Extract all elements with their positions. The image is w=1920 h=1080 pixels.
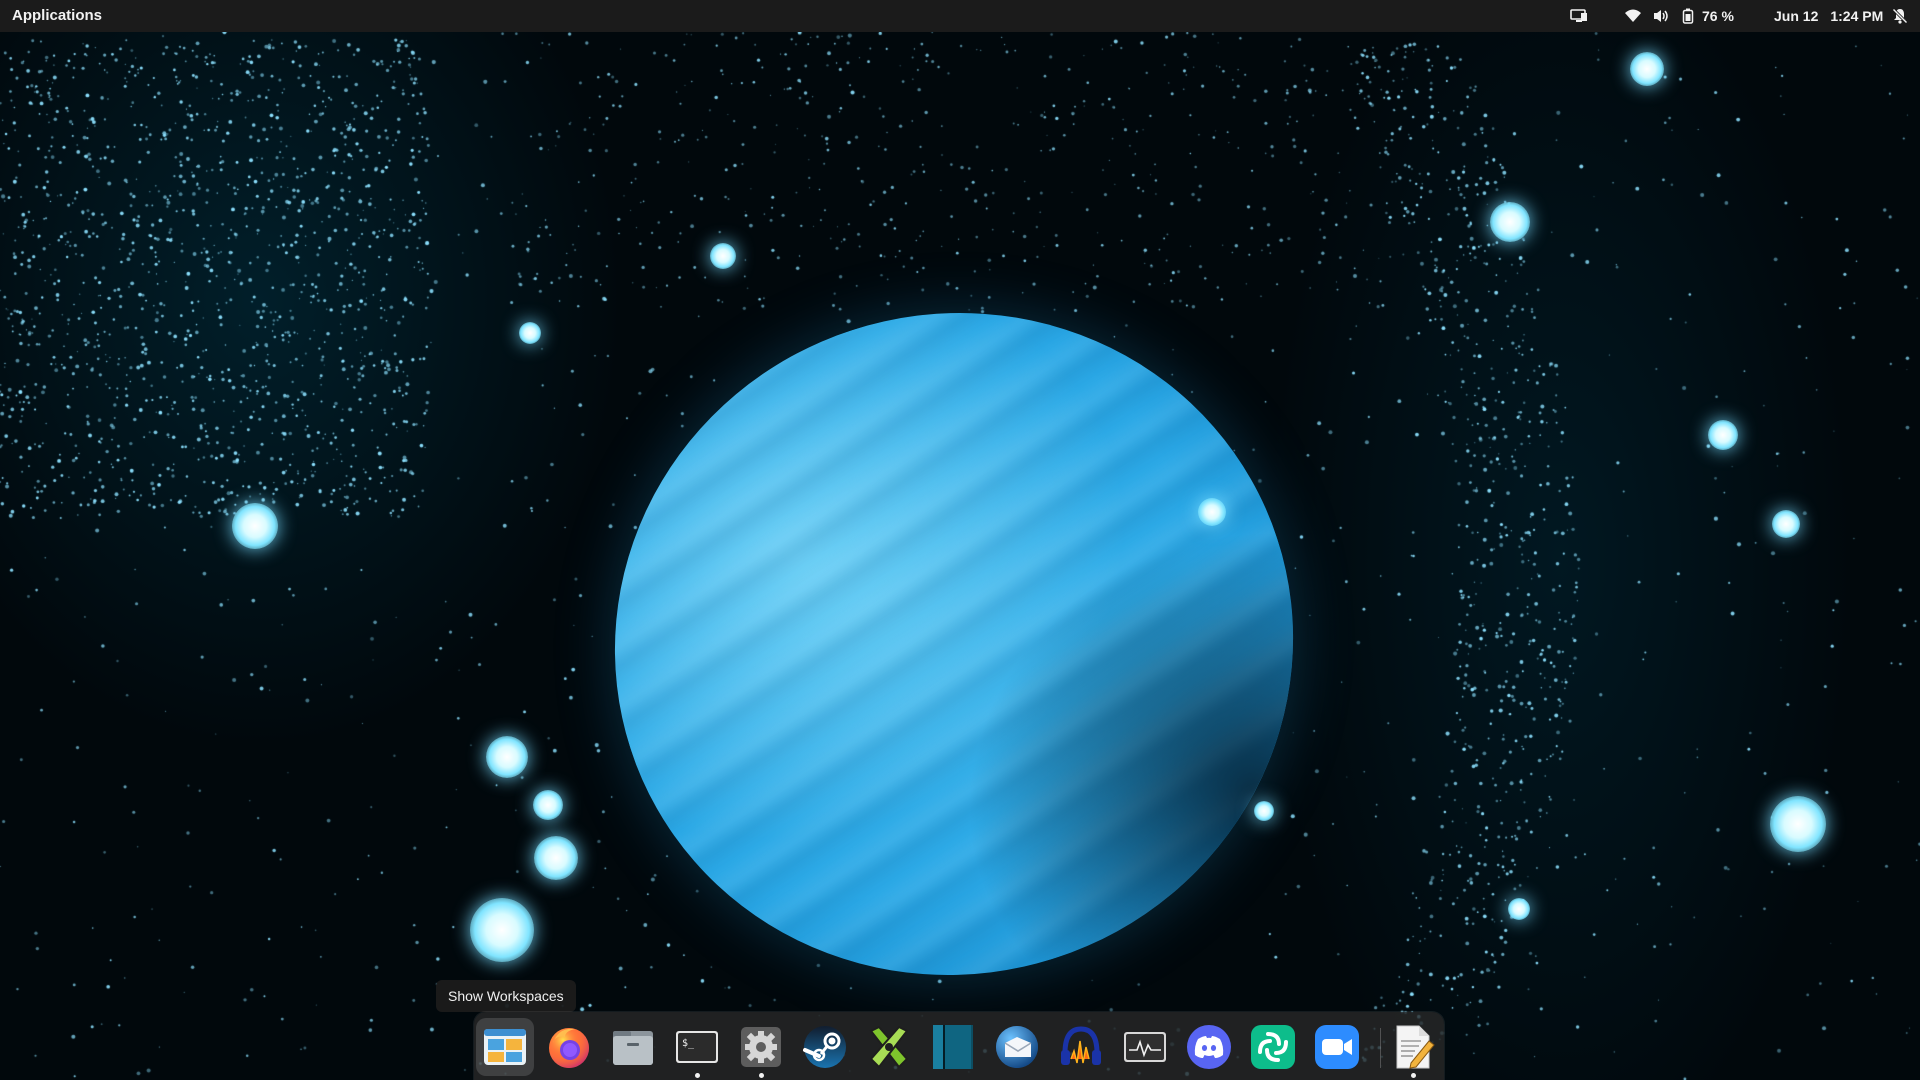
applications-menu-button[interactable]: Applications xyxy=(12,0,102,32)
glow-orb xyxy=(1508,898,1530,920)
dock-item-text-editor[interactable] xyxy=(1384,1018,1442,1078)
volume-icon[interactable] xyxy=(1652,0,1670,32)
glow-orb xyxy=(533,790,563,820)
running-indicator xyxy=(1411,1073,1416,1078)
workspaces-icon xyxy=(484,1029,526,1065)
settings-icon xyxy=(741,1027,781,1067)
glow-orb xyxy=(1772,510,1800,538)
glow-orb xyxy=(1198,498,1226,526)
dock-item-inkscape[interactable] xyxy=(860,1018,918,1076)
dock-item-files[interactable] xyxy=(604,1018,662,1076)
element-icon xyxy=(1251,1025,1295,1069)
clock-datetime[interactable]: Jun 12 1:24 PM xyxy=(1774,0,1895,32)
battery-icon xyxy=(1682,8,1694,24)
running-indicator xyxy=(759,1073,764,1078)
dock-item-audacity[interactable] xyxy=(1052,1018,1110,1076)
inkscape-icon xyxy=(869,1025,909,1069)
dock: $_ xyxy=(474,1012,1444,1080)
zoom-icon xyxy=(1315,1025,1359,1069)
text-editor-icon xyxy=(1396,1025,1435,1069)
terminal-icon: $_ xyxy=(676,1031,718,1063)
glow-orb xyxy=(710,243,736,269)
dock-item-discord[interactable] xyxy=(1180,1018,1238,1076)
dock-item-steam[interactable] xyxy=(796,1018,854,1076)
glow-orb xyxy=(1708,420,1738,450)
glow-orb xyxy=(232,503,278,549)
glow-orb xyxy=(519,322,541,344)
dock-item-darktable[interactable] xyxy=(924,1018,982,1076)
glow-orb xyxy=(470,898,534,962)
discord-icon xyxy=(1187,1025,1231,1069)
glow-orb xyxy=(486,736,528,778)
glow-orb xyxy=(1490,202,1530,242)
dock-item-terminal[interactable]: $_ xyxy=(668,1018,726,1078)
desktop-wallpaper xyxy=(0,0,1920,1080)
dock-item-workspaces[interactable] xyxy=(476,1018,534,1076)
glow-orb xyxy=(1630,52,1664,86)
glow-orb xyxy=(534,836,578,880)
files-icon xyxy=(613,1031,653,1065)
date-label: Jun 12 xyxy=(1774,8,1819,24)
top-panel: Applications 76 % Jun 12 1:24 PM xyxy=(0,0,1920,32)
dock-separator xyxy=(1380,1028,1381,1068)
display-icon[interactable] xyxy=(1570,0,1588,32)
wifi-icon[interactable] xyxy=(1624,0,1642,32)
system-monitor-icon xyxy=(1124,1032,1166,1062)
battery-percentage: 76 % xyxy=(1702,8,1734,24)
battery-indicator[interactable]: 76 % xyxy=(1682,0,1734,32)
dock-item-mail[interactable] xyxy=(988,1018,1046,1076)
darktable-icon xyxy=(933,1025,973,1069)
running-indicator xyxy=(695,1073,700,1078)
dock-item-element[interactable] xyxy=(1244,1018,1302,1076)
glow-orb xyxy=(1770,796,1826,852)
show-workspaces-tooltip: Show Workspaces xyxy=(436,980,576,1012)
dock-item-system-monitor[interactable] xyxy=(1116,1018,1174,1076)
dock-item-settings[interactable] xyxy=(732,1018,790,1078)
terminal-prompt: $_ xyxy=(682,1038,695,1049)
glow-orb xyxy=(1254,801,1274,821)
notifications-disabled-icon[interactable] xyxy=(1892,0,1908,32)
firefox-icon xyxy=(549,1028,589,1068)
dock-item-firefox[interactable] xyxy=(540,1018,598,1076)
time-label: 1:24 PM xyxy=(1830,8,1884,24)
audacity-icon xyxy=(1061,1026,1101,1065)
dock-item-zoom[interactable] xyxy=(1308,1018,1366,1076)
steam-icon xyxy=(803,1026,846,1068)
mail-icon xyxy=(996,1026,1038,1068)
